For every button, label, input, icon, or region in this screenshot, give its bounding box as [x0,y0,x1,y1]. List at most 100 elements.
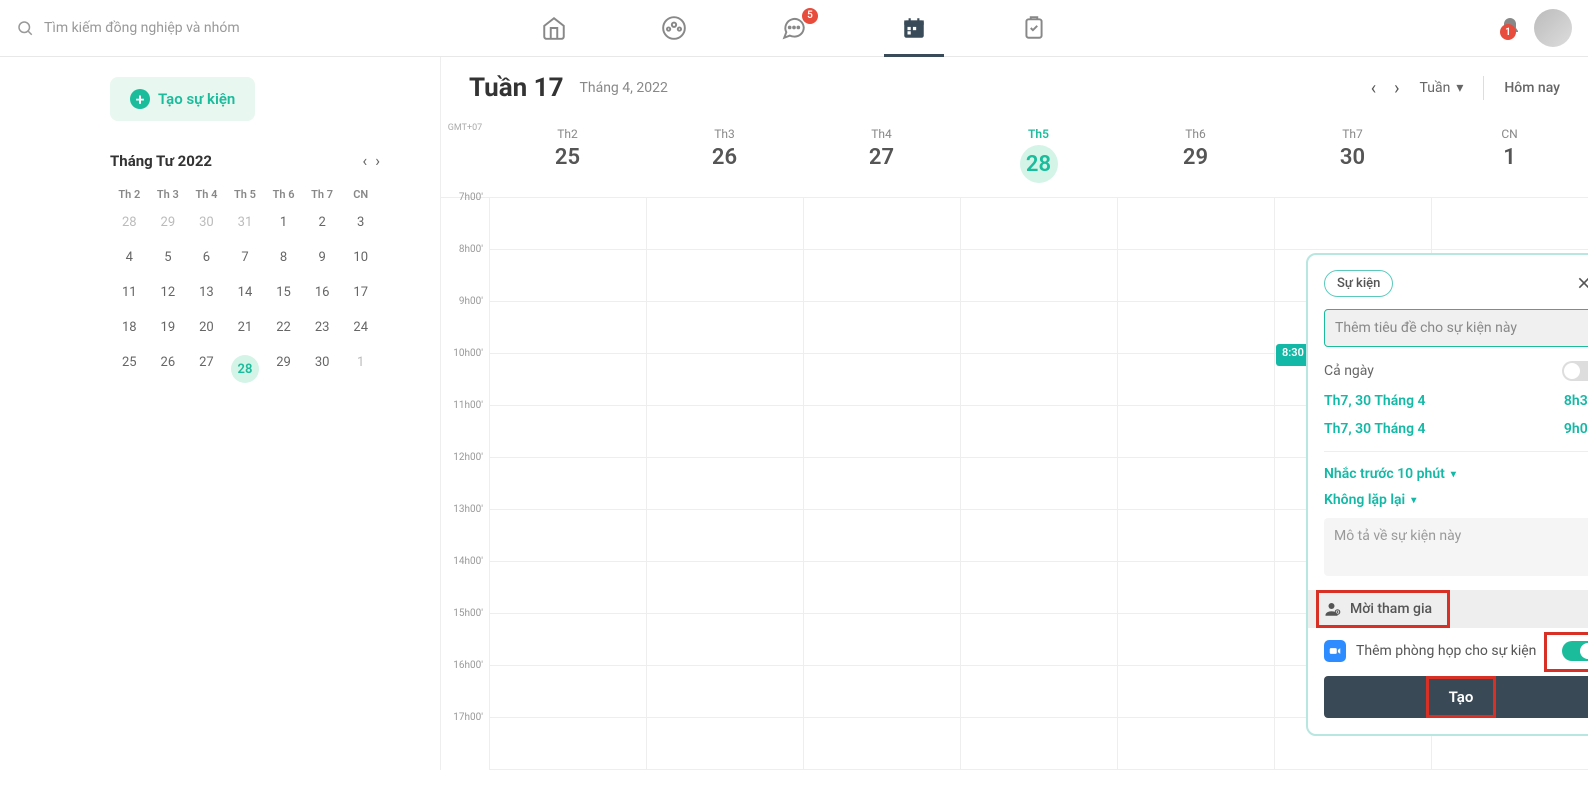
nav-home[interactable] [524,0,584,57]
calendar-cell[interactable] [489,510,646,562]
view-select[interactable]: Tuần ▾ [1420,80,1464,96]
calendar-cell[interactable] [489,614,646,666]
search-input-wrap[interactable]: Tìm kiếm đồng nghiệp và nhóm [16,19,240,37]
calendar-cell[interactable] [489,302,646,354]
calendar-cell[interactable] [960,406,1117,458]
mini-day[interactable]: 17 [341,275,380,310]
week-day-header[interactable]: Th225 [489,119,646,197]
mini-day[interactable]: 29 [264,345,303,393]
mini-day[interactable]: 27 [187,345,226,393]
mini-day[interactable]: 7 [226,240,265,275]
calendar-cell[interactable] [803,718,960,770]
mini-day[interactable]: 28 [110,205,149,240]
create-event-button[interactable]: + Tạo sự kiện [110,77,255,121]
mini-day[interactable]: 9 [303,240,342,275]
mini-day[interactable]: 1 [341,345,380,393]
calendar-cell[interactable] [646,406,803,458]
week-day-header[interactable]: Th528 [960,119,1117,197]
calendar-cell[interactable] [489,406,646,458]
calendar-cell[interactable] [646,562,803,614]
mini-day[interactable]: 6 [187,240,226,275]
calendar-cell[interactable] [1117,718,1274,770]
calendar-cell[interactable] [489,250,646,302]
calendar-cell[interactable] [646,198,803,250]
mini-next-button[interactable]: › [375,151,380,170]
allday-toggle[interactable] [1562,361,1588,381]
mini-day[interactable]: 4 [110,240,149,275]
calendar-cell[interactable] [803,250,960,302]
reminder-select[interactable]: Nhắc trước 10 phút▾ [1324,466,1588,482]
invite-button[interactable]: Mời tham gia [1308,590,1588,628]
calendar-cell[interactable] [960,302,1117,354]
calendar-cell[interactable] [803,510,960,562]
start-date-button[interactable]: Th7, 30 Tháng 4 [1324,393,1426,409]
calendar-cell[interactable] [960,562,1117,614]
calendar-cell[interactable] [960,250,1117,302]
mini-day[interactable]: 30 [187,205,226,240]
zoom-toggle[interactable] [1562,641,1588,661]
calendar-cell[interactable] [646,614,803,666]
calendar-cell[interactable] [1117,302,1274,354]
mini-day[interactable]: 28 [226,345,265,393]
calendar-cell[interactable] [960,354,1117,406]
mini-day[interactable]: 2 [303,205,342,240]
week-day-header[interactable]: Th730 [1274,119,1431,197]
end-date-button[interactable]: Th7, 30 Tháng 4 [1324,421,1426,437]
calendar-cell[interactable] [489,718,646,770]
calendar-cell[interactable] [803,458,960,510]
calendar-cell[interactable] [646,354,803,406]
calendar-cell[interactable] [803,406,960,458]
nav-calendar[interactable] [884,0,944,57]
end-time-button[interactable]: 9h00' [1564,421,1588,437]
today-button[interactable]: Hôm nay [1504,80,1560,96]
calendar-cell[interactable] [489,562,646,614]
calendar-cell[interactable] [1117,406,1274,458]
calendar-cell[interactable] [489,198,646,250]
start-time-button[interactable]: 8h30' [1564,393,1588,409]
calendar-cell[interactable] [646,250,803,302]
notifications-button[interactable]: 1 [1498,16,1522,40]
mini-day[interactable]: 5 [149,240,188,275]
mini-day[interactable]: 18 [110,310,149,345]
calendar-cell[interactable] [1117,198,1274,250]
calendar-cell[interactable] [960,718,1117,770]
nav-tasks[interactable] [1004,0,1064,57]
mini-day[interactable]: 16 [303,275,342,310]
calendar-cell[interactable] [646,458,803,510]
week-day-header[interactable]: CN1 [1431,119,1588,197]
calendar-cell[interactable] [646,510,803,562]
mini-prev-button[interactable]: ‹ [362,151,367,170]
repeat-select[interactable]: Không lặp lại▾ [1324,492,1588,508]
calendar-cell[interactable] [1117,666,1274,718]
mini-day[interactable]: 21 [226,310,265,345]
calendar-cell[interactable] [1117,250,1274,302]
calendar-cell[interactable] [960,198,1117,250]
mini-day[interactable]: 23 [303,310,342,345]
mini-day[interactable]: 29 [149,205,188,240]
calendar-cell[interactable] [960,458,1117,510]
calendar-cell[interactable] [489,458,646,510]
calendar-cell[interactable] [1117,458,1274,510]
calendar-cell[interactable] [960,510,1117,562]
calendar-cell[interactable] [489,354,646,406]
calendar-cell[interactable] [1431,198,1588,250]
mini-day[interactable]: 8 [264,240,303,275]
calendar-cell[interactable] [489,666,646,718]
calendar-cell[interactable] [1274,198,1431,250]
calendar-cell[interactable] [646,718,803,770]
avatar[interactable] [1534,9,1572,47]
calendar-cell[interactable] [803,614,960,666]
next-week-button[interactable]: › [1394,78,1399,99]
mini-day[interactable]: 10 [341,240,380,275]
calendar-cell[interactable] [803,666,960,718]
mini-day[interactable]: 13 [187,275,226,310]
calendar-cell[interactable] [1117,510,1274,562]
calendar-cell[interactable] [803,302,960,354]
calendar-cell[interactable] [1117,354,1274,406]
mini-day[interactable]: 31 [226,205,265,240]
nav-chat[interactable]: 5 [764,0,824,57]
mini-day[interactable]: 22 [264,310,303,345]
popup-tab-event[interactable]: Sự kiện [1324,270,1393,297]
calendar-cell[interactable] [803,354,960,406]
mini-day[interactable]: 1 [264,205,303,240]
